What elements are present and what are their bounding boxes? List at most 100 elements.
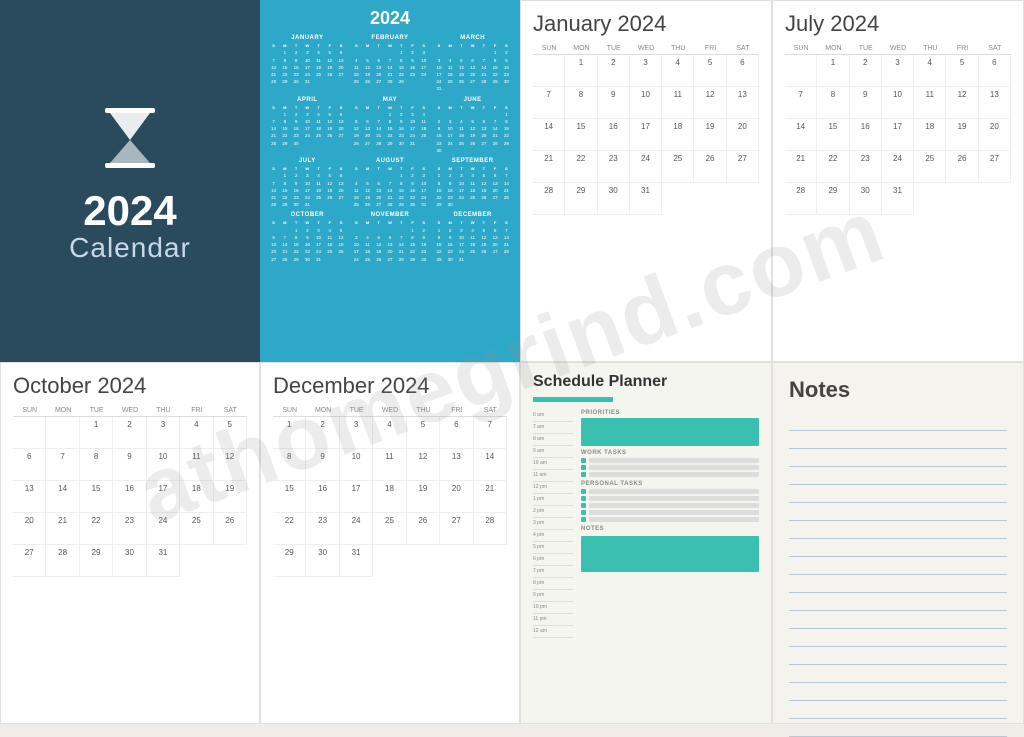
- cal-day: 9: [850, 87, 882, 119]
- mini-month: OCTOBERSMTWTFS12345678910111213141516171…: [268, 212, 347, 262]
- time-row: 7 am: [533, 422, 573, 434]
- time-row: 1 pm: [533, 494, 573, 506]
- task-dot: [581, 517, 586, 522]
- cal-day: 4: [662, 55, 694, 87]
- cal-day: 20: [440, 481, 473, 513]
- cal-day: 13: [13, 481, 46, 513]
- cal-day: 29: [817, 183, 849, 215]
- january-cell: January 2024 SUNMONTUEWEDTHUFRISAT.12345…: [520, 0, 772, 362]
- task-row: [581, 510, 759, 515]
- cal-day: 23: [598, 151, 630, 183]
- hourglass-icon: [90, 98, 170, 178]
- mini-month: APRILSMTWTFS1234567891011121314151617181…: [268, 97, 347, 155]
- time-row: 6 pm: [533, 554, 573, 566]
- cal-day: 30: [113, 545, 146, 577]
- cal-day: 20: [727, 119, 759, 151]
- cal-day-header: FRI: [180, 405, 213, 417]
- task-dot: [581, 503, 586, 508]
- cal-day-header: SAT: [979, 43, 1011, 55]
- cal-day: 1: [273, 417, 306, 449]
- cal-day: 13: [727, 87, 759, 119]
- time-row: 2 pm: [533, 506, 573, 518]
- cal-day: 24: [630, 151, 662, 183]
- cal-day: 19: [946, 119, 978, 151]
- july-grid: SUNMONTUEWEDTHUFRISAT.123456789101112131…: [785, 43, 1011, 215]
- cal-day: 24: [882, 151, 914, 183]
- cal-day: 28: [533, 183, 565, 215]
- cal-day: 9: [598, 87, 630, 119]
- cal-day-header: MON: [817, 43, 849, 55]
- mini-month: NOVEMBERSMTWTFS1234567891011121314151617…: [351, 212, 430, 262]
- mini-month: MARCHSMTWTFS1234567891011121314151617181…: [433, 35, 512, 93]
- cal-day: 5: [214, 417, 247, 449]
- task-row: [581, 465, 759, 470]
- cal-day: 23: [306, 513, 339, 545]
- cal-day: 30: [306, 545, 339, 577]
- cal-day: 23: [113, 513, 146, 545]
- personal-tasks-area: [581, 489, 759, 522]
- cal-day: 29: [273, 545, 306, 577]
- notes-line: [789, 413, 1007, 431]
- january-grid: SUNMONTUEWEDTHUFRISAT.123456789101112131…: [533, 43, 759, 215]
- notes-line: [789, 557, 1007, 575]
- cal-day: 5: [946, 55, 978, 87]
- task-dot: [581, 510, 586, 515]
- cal-day-header: FRI: [946, 43, 978, 55]
- cal-day: 2: [598, 55, 630, 87]
- time-row: 11 am: [533, 470, 573, 482]
- cal-day: 8: [817, 87, 849, 119]
- cal-day: 19: [694, 119, 726, 151]
- task-row: [581, 489, 759, 494]
- cal-day: 19: [407, 481, 440, 513]
- task-dot: [581, 465, 586, 470]
- cal-day: 14: [474, 449, 507, 481]
- priorities-label: PRIORITIES: [581, 410, 759, 416]
- cal-day: 13: [979, 87, 1011, 119]
- cal-day: 1: [80, 417, 113, 449]
- months-mini-grid: JANUARYSMTWTFS12345678910111213141516171…: [268, 35, 512, 263]
- time-row: 7 pm: [533, 566, 573, 578]
- notes-line: [789, 665, 1007, 683]
- cal-day: 28: [785, 183, 817, 215]
- cal-day: 3: [882, 55, 914, 87]
- cal-day: 22: [80, 513, 113, 545]
- notes-line: [789, 449, 1007, 467]
- cal-day: 26: [214, 513, 247, 545]
- cal-day: 12: [946, 87, 978, 119]
- cal-day: 25: [180, 513, 213, 545]
- cal-day: 6: [13, 449, 46, 481]
- priorities-box: [581, 418, 759, 446]
- cal-day-header: THU: [662, 43, 694, 55]
- task-row: [581, 496, 759, 501]
- notes-line: [789, 485, 1007, 503]
- cal-day-header: TUE: [850, 43, 882, 55]
- task-line: [589, 458, 759, 463]
- time-row: 12 am: [533, 626, 573, 638]
- cal-day: 17: [630, 119, 662, 151]
- cal-day-empty: .: [785, 55, 817, 87]
- notes-lines: [789, 413, 1007, 737]
- cal-day: 12: [214, 449, 247, 481]
- cal-day-header: SAT: [727, 43, 759, 55]
- mini-month: DECEMBERSMTWTFS1234567891011121314151617…: [433, 212, 512, 262]
- cal-day: 8: [565, 87, 597, 119]
- cal-day: 25: [373, 513, 406, 545]
- notes-line: [789, 521, 1007, 539]
- cal-day: 12: [407, 449, 440, 481]
- task-line: [589, 496, 759, 501]
- cal-day: 22: [273, 513, 306, 545]
- cal-day: 11: [914, 87, 946, 119]
- december-cell: December 2024 SUNMONTUEWEDTHUFRISAT12345…: [260, 362, 520, 724]
- cal-day: 7: [474, 417, 507, 449]
- cal-day-header: MON: [46, 405, 79, 417]
- notes-line: [789, 647, 1007, 665]
- cal-day: 21: [474, 481, 507, 513]
- notes-line: [789, 539, 1007, 557]
- cover-label: Calendar: [69, 232, 191, 264]
- cal-day: 25: [914, 151, 946, 183]
- cal-day-header: WED: [113, 405, 146, 417]
- cal-day: 20: [13, 513, 46, 545]
- cal-day: 7: [785, 87, 817, 119]
- cal-day: 8: [80, 449, 113, 481]
- cal-day-header: WED: [373, 405, 406, 417]
